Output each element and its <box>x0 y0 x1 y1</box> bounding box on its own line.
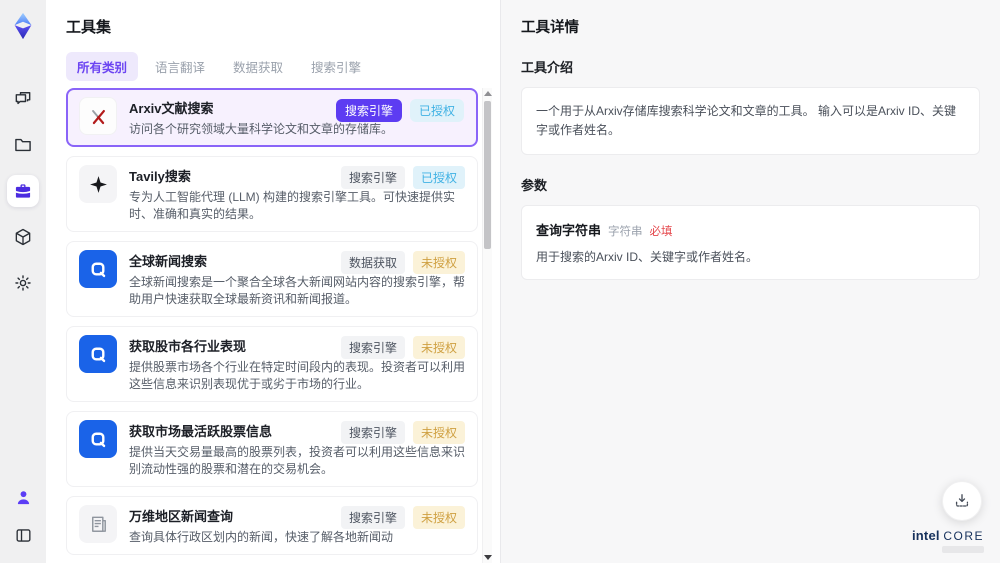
status-badge: 未授权 <box>412 336 465 359</box>
download-button[interactable] <box>942 481 982 521</box>
sidebar-item-chat[interactable] <box>7 83 39 115</box>
intel-logo-mark <box>942 546 984 553</box>
chat-icon <box>13 89 33 109</box>
sidebar-item-panel-toggle[interactable] <box>9 521 37 549</box>
intel-core-logo: intel CORE <box>912 529 984 553</box>
parameter-description: 用于搜索的Arxiv ID、关键字或作者姓名。 <box>536 250 759 265</box>
category-tab[interactable]: 数据获取 <box>222 52 294 81</box>
category-badge: 数据获取 <box>340 251 405 274</box>
intro-text: 一个用于从Arxiv存储库搜索科学论文和文章的工具。 输入可以是Arxiv ID… <box>536 104 957 138</box>
category-badge: 搜索引擎 <box>340 506 405 529</box>
status-badge: 未授权 <box>412 506 465 529</box>
category-tab[interactable]: 语言翻译 <box>144 52 216 81</box>
sidebar-item-cube[interactable] <box>7 221 39 253</box>
status-badge: 已授权 <box>409 99 464 122</box>
category-badge: 搜索引擎 <box>340 421 405 444</box>
parameter-card: 查询字符串 字符串 必填 用于搜索的Arxiv ID、关键字或作者姓名。 <box>521 205 980 281</box>
tool-description: 查询具体行政区划内的新闻，快速了解各地新闻动 <box>129 530 394 544</box>
category-badge: 搜索引擎 <box>335 99 402 122</box>
tool-description: 提供股票市场各个行业在特定时间段内的表现。投资者可以利用这些信息来识别表现优于或… <box>129 360 466 391</box>
page-title: 工具集 <box>66 19 112 36</box>
sidebar-nav <box>7 83 39 299</box>
tool-card-qnews[interactable]: 获取股市各行业表现 提供股票市场各个行业在特定时间段内的表现。投资者可以利用这些… <box>66 326 478 402</box>
qnews-icon <box>79 420 117 458</box>
category-tab[interactable]: 搜索引擎 <box>300 52 372 81</box>
newspaper-icon <box>79 505 117 543</box>
app-window: 工具集 所有类别 语言翻译 数据获取 搜索引擎 Arxiv文献搜索 访问各个研究领域大… <box>0 0 1000 563</box>
tool-card-sparkle[interactable]: Tavily搜索 专为人工智能代理 (LLM) 构建的搜索引擎工具。可快速提供实… <box>66 156 478 232</box>
sidebar-bottom <box>9 483 37 549</box>
tool-list: Arxiv文献搜索 访问各个研究领域大量科学论文和文章的存储库。 搜索引擎 已授… <box>66 88 492 563</box>
status-badge: 未授权 <box>412 421 465 444</box>
toolbox-icon <box>13 181 33 201</box>
category-tabs: 所有类别 语言翻译 数据获取 搜索引擎 <box>66 52 500 81</box>
category-tab[interactable]: 所有类别 <box>66 52 139 81</box>
category-badge: 搜索引擎 <box>340 336 405 359</box>
params-heading: 参数 <box>521 178 548 194</box>
icon-sidebar <box>0 0 46 563</box>
tool-description: 访问各个研究领域大量科学论文和文章的存储库。 <box>129 122 394 136</box>
scroll-down-arrow-icon[interactable] <box>484 555 492 560</box>
parameter-required-badge: 必填 <box>649 226 673 239</box>
intro-card: 一个用于从Arxiv存储库搜索科学论文和文章的工具。 输入可以是Arxiv ID… <box>521 87 980 156</box>
tool-description: 全球新闻搜索是一个聚合全球各大新闻网站内容的搜索引擎，帮助用户快速获取全球最新资… <box>129 275 466 306</box>
sparkle-icon <box>79 165 117 203</box>
cube-icon <box>13 227 33 247</box>
avatar-icon <box>14 488 33 507</box>
tool-description: 提供当天交易量最高的股票列表，投资者可以利用这些信息来识别流动性强的股票和潜在的… <box>129 445 466 476</box>
download-icon <box>955 494 969 507</box>
scroll-up-arrow-icon[interactable] <box>484 91 492 96</box>
status-badge: 已授权 <box>412 166 465 189</box>
sidebar-item-gear[interactable] <box>7 267 39 299</box>
qnews-icon <box>79 335 117 373</box>
gear-icon <box>13 273 33 293</box>
scrollbar[interactable] <box>482 88 492 563</box>
arxiv-icon <box>79 97 117 135</box>
parameter-name: 查询字符串 <box>536 223 602 239</box>
tool-list-panel: 工具集 所有类别 语言翻译 数据获取 搜索引擎 Arxiv文献搜索 访问各个研究领域大… <box>46 0 500 563</box>
params-list: 查询字符串 字符串 必填 用于搜索的Arxiv ID、关键字或作者姓名。 <box>521 205 980 281</box>
sidebar-item-toolbox[interactable] <box>7 175 39 207</box>
tool-description: 专为人工智能代理 (LLM) 构建的搜索引擎工具。可快速提供实时、准确和真实的结… <box>129 190 456 221</box>
scrollbar-thumb[interactable] <box>484 101 491 249</box>
panel-toggle-icon <box>14 526 33 545</box>
tool-card-newspaper[interactable]: 万维地区新闻查询 查询具体行政区划内的新闻，快速了解各地新闻动 搜索引擎 未授权 <box>66 496 478 555</box>
category-badge: 搜索引擎 <box>340 166 405 189</box>
tool-detail-panel: 工具详情 工具介绍 一个用于从Arxiv存储库搜索科学论文和文章的工具。 输入可… <box>500 0 1000 563</box>
folder-icon <box>13 135 33 155</box>
tool-card-arxiv[interactable]: Arxiv文献搜索 访问各个研究领域大量科学论文和文章的存储库。 搜索引擎 已授… <box>66 88 478 147</box>
detail-title: 工具详情 <box>521 20 579 36</box>
sidebar-item-avatar[interactable] <box>9 483 37 511</box>
app-logo-icon[interactable] <box>8 11 38 41</box>
status-badge: 未授权 <box>412 251 465 274</box>
parameter-type: 字符串 <box>608 226 643 239</box>
tool-card-qnews[interactable]: 获取市场最活跃股票信息 提供当天交易量最高的股票列表，投资者可以利用这些信息来识… <box>66 411 478 487</box>
sidebar-item-folder[interactable] <box>7 129 39 161</box>
qnews-icon <box>79 250 117 288</box>
intro-heading: 工具介绍 <box>521 60 574 75</box>
tool-card-qnews[interactable]: 全球新闻搜索 全球新闻搜索是一个聚合全球各大新闻网站内容的搜索引擎，帮助用户快速… <box>66 241 478 317</box>
